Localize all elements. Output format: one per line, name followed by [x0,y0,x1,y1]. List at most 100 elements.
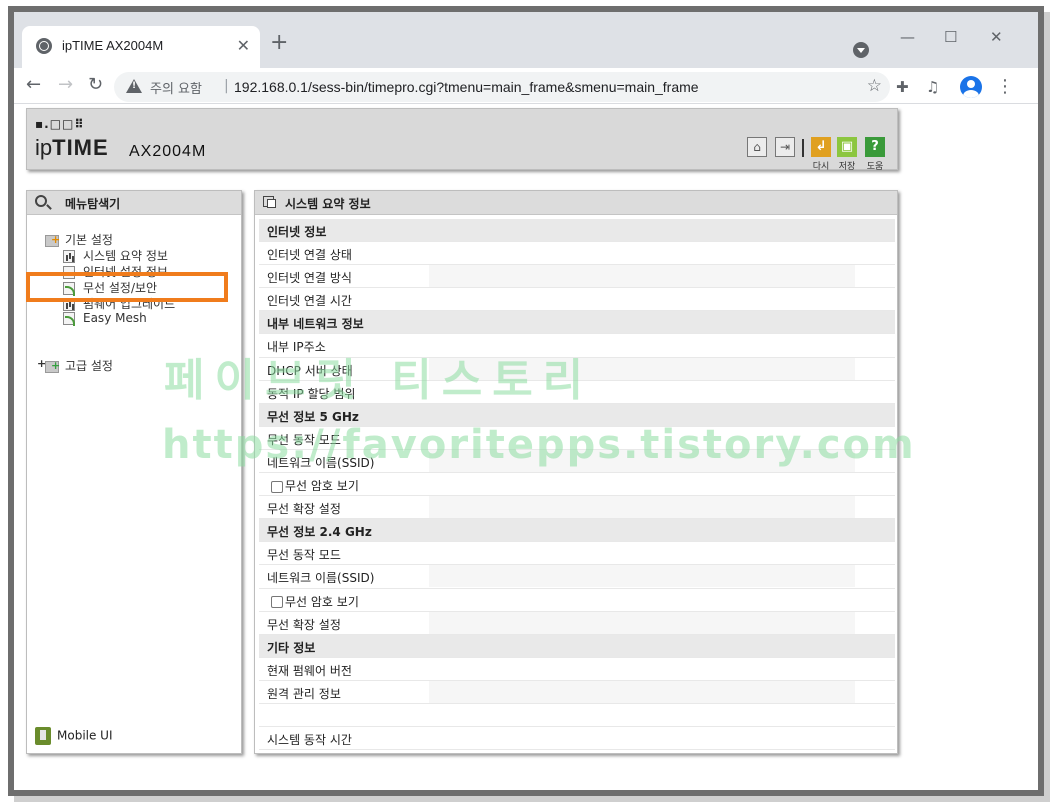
new-tab-button[interactable]: + [270,32,288,54]
profile-avatar-icon[interactable] [960,76,982,98]
url-text[interactable]: 192.168.0.1/sess-bin/timepro.cgi?tmenu=m… [234,79,699,95]
section-header-row: 기타 정보 [259,634,895,658]
summary-row: 인터넷 연결 방식 [259,265,895,289]
reload-label[interactable]: 다시 [807,159,835,172]
menu-item-label[interactable]: Easy Mesh [83,311,147,325]
menu-item-system-summary[interactable]: 시스템 요약 정보 [63,247,168,263]
row-label: 원격 관리 정보 [267,686,341,701]
mesh-icon [63,312,75,326]
menu-explorer-title: 메뉴탐색기 [65,197,121,211]
show-password-checkbox[interactable] [271,480,283,493]
browser-tab[interactable]: ipTIME AX2004M ✕ [22,26,260,68]
menu-advanced-settings[interactable]: + 고급 설정 [31,357,113,373]
row-label: 시스템 동작 시간 [267,733,352,748]
router-header: ▪.□□⠿ ipTIME AX2004M ⌂ ⇥ ↲ 다시 ▣ 저장 ? 도움 [26,108,898,172]
show-password-label[interactable]: 무선 암호 보기 [285,479,359,493]
mobile-ui-link[interactable]: Mobile UI [35,727,113,745]
brand-prefix: ip [35,135,53,160]
summary-row [259,704,895,728]
help-label[interactable]: 도움 [861,159,889,172]
browser-menu-icon[interactable]: ⋮ [996,76,1014,97]
summary-row: 무선 암호 보기 [259,589,895,612]
browser-tab-bar: ipTIME AX2004M ✕ + — ☐ ✕ [14,12,1038,68]
warning-icon[interactable] [126,79,142,93]
security-label[interactable]: 주의 요함 [150,78,202,97]
menu-item-easy-mesh[interactable]: Easy Mesh [63,311,147,327]
router-admin-page: ▪.□□⠿ ipTIME AX2004M ⌂ ⇥ ↲ 다시 ▣ 저장 ? 도움 … [14,104,1038,790]
address-bar[interactable]: 주의 요함 | 192.168.0.1/sess-bin/timepro.cgi… [114,72,890,102]
menu-basic-settings[interactable]: 기본 설정 [45,231,113,247]
save-icon[interactable]: ▣ [837,137,857,157]
row-label: 네트워크 이름(SSID) [267,571,375,586]
window-icon [263,196,276,208]
row-label: 내부 IP주소 [267,340,326,355]
row-label: 무선 동작 모드 [267,432,341,447]
row-label: 무선 확장 설정 [267,617,341,632]
section-header-row: 무선 정보 2.4 GHz [259,519,895,543]
logout-icon[interactable]: ⇥ [775,137,795,157]
tab-search-icon[interactable] [853,42,869,58]
section-label: 무선 정보 5 GHz [267,409,359,424]
mobile-ui-label[interactable]: Mobile UI [57,729,113,743]
menu-advanced-label[interactable]: 고급 설정 [65,359,113,373]
header-separator [802,139,804,157]
row-label: 현재 펌웨어 버전 [267,663,352,678]
brand-bold: TIME [52,135,109,160]
brand-logo: ipTIME [35,135,109,161]
summary-row: 내부 IP주소 [259,334,895,358]
summary-row: 무선 동작 모드 [259,542,895,566]
menu-item-label[interactable]: 시스템 요약 정보 [83,249,168,263]
media-control-icon[interactable]: ♫ [926,78,939,96]
help-icon[interactable]: ? [865,137,885,157]
summary-row: 인터넷 연결 상태 [259,242,895,266]
tab-close-icon[interactable]: ✕ [237,36,250,55]
show-password-checkbox[interactable] [271,596,283,608]
summary-row: 무선 확장 설정 [259,611,895,635]
menu-basic-label[interactable]: 기본 설정 [65,233,113,247]
magnifier-icon [35,195,47,207]
bookmark-star-icon[interactable]: ☆ [867,76,882,96]
system-summary-title: 시스템 요약 정보 [285,197,371,211]
reload-config-icon[interactable]: ↲ [811,137,831,157]
save-label[interactable]: 저장 [833,159,861,172]
summary-row: 원격 관리 정보 [259,680,895,704]
row-label: 인터넷 연결 방식 [267,271,352,286]
section-label: 기타 정보 [267,640,316,655]
back-arrow-icon[interactable]: ← [26,74,41,96]
folder-icon [45,233,60,247]
row-label: DHCP 서버 상태 [267,363,353,378]
show-password-option[interactable]: 무선 암호 보기 [267,593,359,610]
section-label: 인터넷 정보 [267,225,327,239]
home-icon[interactable]: ⌂ [747,137,767,157]
row-label: 인터넷 연결 시간 [267,294,352,309]
chart-icon [63,250,75,263]
row-label: 무선 동작 모드 [267,548,341,563]
row-label: 무선 확장 설정 [267,502,341,517]
show-password-label[interactable]: 무선 암호 보기 [285,595,359,609]
reload-icon[interactable]: ↻ [88,74,103,96]
summary-row: 현재 펌웨어 버전 [259,658,895,681]
show-password-option[interactable]: 무선 암호 보기 [267,477,359,494]
summary-row: 무선 확장 설정 [259,496,895,520]
phone-icon [35,727,51,745]
summary-row: 네트워크 이름(SSID) [259,565,895,589]
summary-row: 동적 IP 할당 범위 [259,381,895,404]
section-header-row: 무선 정보 5 GHz [259,403,895,427]
system-summary-panel: 시스템 요약 정보 인터넷 정보인터넷 연결 상태인터넷 연결 방식인터넷 연결… [254,190,898,754]
browser-toolbar: ← → ↻ 주의 요함 | 192.168.0.1/sess-bin/timep… [14,68,1038,104]
folder-icon [45,359,60,373]
url-separator: | [224,78,229,94]
maximize-button[interactable]: ☐ [944,28,957,46]
row-label: 네트워크 이름(SSID) [267,455,375,470]
section-header-row: 인터넷 정보 [259,219,895,243]
minimize-button[interactable]: — [900,28,915,46]
row-label: 인터넷 연결 상태 [267,248,352,263]
summary-row: 시스템 동작 시간 [259,727,895,751]
close-window-button[interactable]: ✕ [990,28,1003,46]
system-summary-header: 시스템 요약 정보 [255,191,897,215]
summary-row: 인터넷 연결 시간 [259,288,895,312]
extensions-puzzle-icon[interactable]: ✚ [896,78,909,96]
highlight-annotation [26,272,228,302]
summary-row: DHCP 서버 상태 [259,357,895,381]
forward-arrow-icon[interactable]: → [58,74,73,96]
